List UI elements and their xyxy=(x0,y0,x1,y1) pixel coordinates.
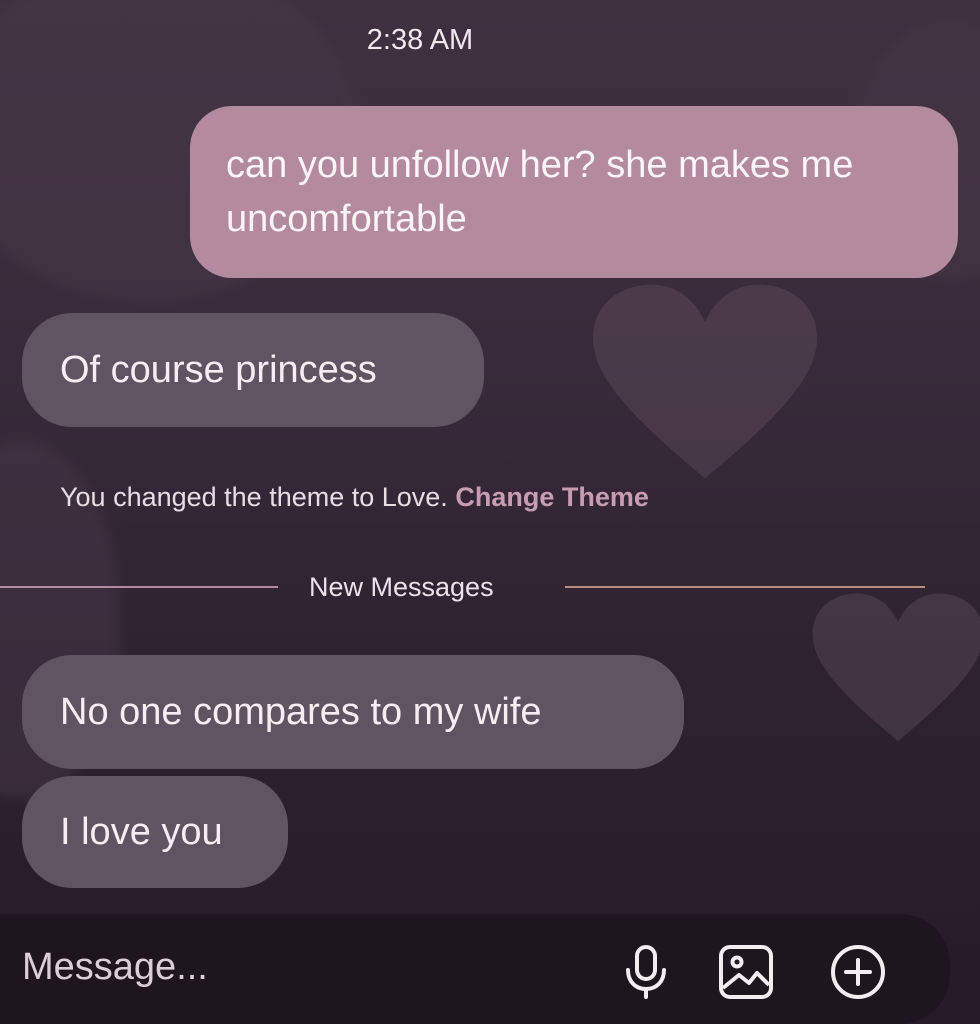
heart-icon xyxy=(593,284,817,479)
divider-line xyxy=(0,586,278,588)
incoming-message-bubble[interactable]: Of course princess xyxy=(22,313,484,427)
message-timestamp: 2:38 AM xyxy=(366,24,474,56)
incoming-message-bubble[interactable]: I love you xyxy=(22,776,288,888)
chat-screen: 2:38 AM can you unfollow her? she makes … xyxy=(0,0,980,1024)
message-text: I love you xyxy=(60,811,223,853)
heart-icon xyxy=(812,593,980,742)
theme-change-text: You changed the theme to Love. xyxy=(60,482,448,512)
message-text: No one compares to my wife xyxy=(60,691,542,733)
microphone-icon[interactable] xyxy=(616,942,676,1002)
image-icon[interactable] xyxy=(716,942,776,1002)
new-messages-label: New Messages xyxy=(309,572,494,602)
message-composer: .composer .input::placeholder { color: #… xyxy=(0,914,950,1024)
change-theme-link[interactable]: Change Theme xyxy=(455,482,649,512)
plus-circle-icon[interactable] xyxy=(828,942,888,1002)
incoming-message-bubble[interactable]: No one compares to my wife xyxy=(22,655,684,769)
outgoing-message-bubble[interactable]: can you unfollow her? she makes me uncom… xyxy=(190,106,958,278)
divider-line xyxy=(565,586,925,588)
new-messages-divider: New Messages xyxy=(0,564,980,608)
message-input[interactable] xyxy=(22,946,542,989)
theme-change-notice: You changed the theme to Love. Change Th… xyxy=(60,482,649,513)
message-text: Of course princess xyxy=(60,349,377,391)
